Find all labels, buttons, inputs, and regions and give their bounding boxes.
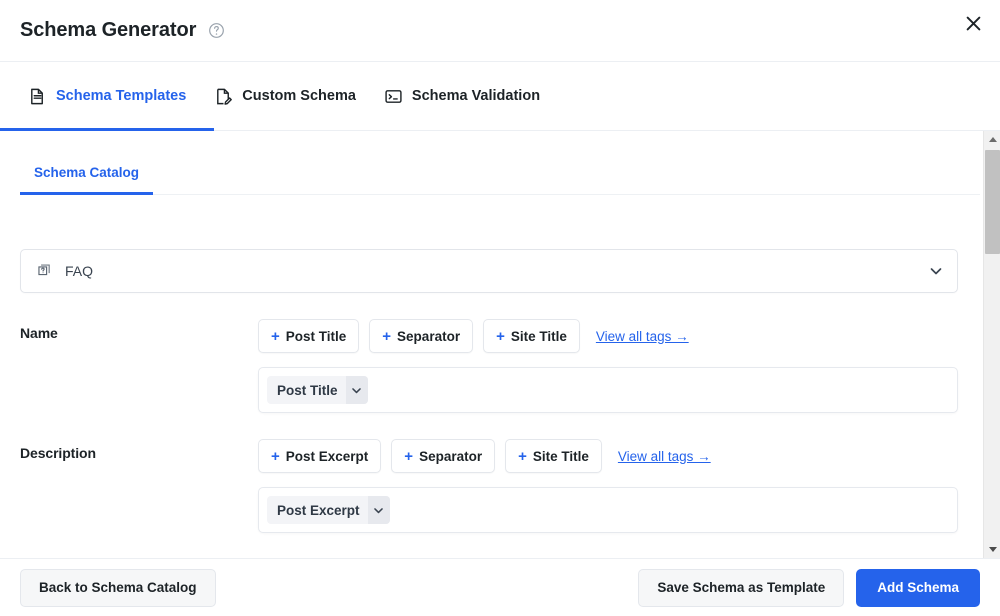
- save-schema-as-template-button[interactable]: Save Schema as Template: [638, 568, 845, 607]
- plus-icon: +: [518, 447, 527, 465]
- main-tabbar: Schema Templates Custom Schema Schema Va…: [0, 62, 1000, 131]
- field-row-name: Name + Post Title + Separator + Site Tit…: [20, 319, 958, 413]
- add-tag-button[interactable]: + Separator: [391, 439, 496, 473]
- field-control-description: + Post Excerpt + Separator + Site Title …: [258, 439, 958, 533]
- tab-label: Schema Templates: [56, 88, 187, 104]
- plus-icon: +: [496, 327, 505, 345]
- back-to-schema-catalog-button[interactable]: Back to Schema Catalog: [20, 568, 216, 607]
- token-label: Post Title: [277, 382, 338, 398]
- add-tag-button[interactable]: + Post Excerpt: [258, 439, 382, 473]
- modal-header: Schema Generator: [0, 0, 1000, 62]
- add-tag-label: Post Excerpt: [285, 448, 369, 464]
- plus-icon: +: [382, 327, 392, 345]
- chevron-down-icon[interactable]: [367, 496, 390, 524]
- tab-custom-schema[interactable]: Custom Schema: [200, 62, 370, 130]
- add-tag-label: Separator: [419, 448, 483, 464]
- subtab-label: Schema Catalog: [34, 165, 140, 180]
- page-title: Schema Generator: [20, 19, 197, 41]
- tagbar-name: + Post Title + Separator + Site Title Vi…: [258, 319, 958, 353]
- plus-icon: +: [271, 327, 280, 345]
- name-token-input[interactable]: Post Title: [258, 367, 958, 413]
- tab-schema-templates[interactable]: Schema Templates: [0, 62, 215, 131]
- schema-generator-modal: Schema Generator Schema Templates Custom…: [0, 0, 1000, 616]
- add-tag-button[interactable]: + Post Title: [258, 319, 360, 353]
- subtab-schema-catalog[interactable]: Schema Catalog: [20, 165, 154, 195]
- add-tag-label: Separator: [397, 328, 461, 344]
- scrollbar-thumb[interactable]: [985, 150, 1000, 254]
- document-pencil-icon: [214, 87, 233, 106]
- field-label-name: Name: [20, 325, 58, 341]
- add-tag-button[interactable]: + Site Title: [505, 439, 602, 473]
- field-control-name: + Post Title + Separator + Site Title Vi…: [258, 319, 958, 413]
- view-all-tags-link[interactable]: View all tags →: [596, 329, 689, 344]
- faq-card-icon: [37, 263, 53, 279]
- description-token-input[interactable]: Post Excerpt: [258, 487, 958, 533]
- chevron-down-icon[interactable]: [345, 376, 368, 404]
- modal-body: Schema Catalog FAQ Name + Post Title + S…: [0, 131, 1000, 558]
- field-label-description: Description: [20, 445, 96, 461]
- vertical-scrollbar[interactable]: [983, 131, 1000, 558]
- tab-label: Custom Schema: [242, 88, 356, 104]
- tagbar-description: + Post Excerpt + Separator + Site Title …: [258, 439, 958, 473]
- modal-footer: Back to Schema Catalog Save Schema as Te…: [0, 558, 1000, 616]
- schema-form-scroll-area: FAQ Name + Post Title + Separator + Site…: [0, 219, 978, 558]
- add-tag-label: Site Title: [510, 328, 567, 344]
- plus-icon: +: [271, 447, 280, 465]
- tab-label: Schema Validation: [411, 88, 541, 104]
- triangle-up-icon[interactable]: [984, 131, 1000, 148]
- plus-icon: +: [404, 447, 414, 465]
- add-tag-label: Post Title: [285, 328, 347, 344]
- token-chip[interactable]: Post Title: [267, 376, 368, 404]
- field-row-description: Description + Post Excerpt + Separator +: [20, 439, 958, 533]
- question-circle-icon[interactable]: [208, 22, 225, 39]
- token-chip[interactable]: Post Excerpt: [267, 496, 390, 524]
- terminal-icon: [384, 87, 403, 106]
- token-label: Post Excerpt: [277, 502, 360, 518]
- chevron-down-icon: [929, 264, 943, 278]
- tab-schema-validation[interactable]: Schema Validation: [370, 62, 554, 130]
- document-lines-icon: [28, 87, 47, 106]
- schema-type-select[interactable]: FAQ: [20, 249, 958, 293]
- schema-type-value: FAQ: [65, 263, 94, 279]
- view-all-tags-link[interactable]: View all tags →: [618, 449, 711, 464]
- add-tag-button[interactable]: + Site Title: [483, 319, 580, 353]
- close-icon[interactable]: [958, 8, 988, 38]
- triangle-down-icon[interactable]: [984, 541, 1000, 558]
- add-tag-button[interactable]: + Separator: [369, 319, 474, 353]
- sub-tabbar: Schema Catalog: [20, 165, 980, 195]
- add-tag-label: Site Title: [532, 448, 589, 464]
- add-schema-button[interactable]: Add Schema: [856, 568, 980, 607]
